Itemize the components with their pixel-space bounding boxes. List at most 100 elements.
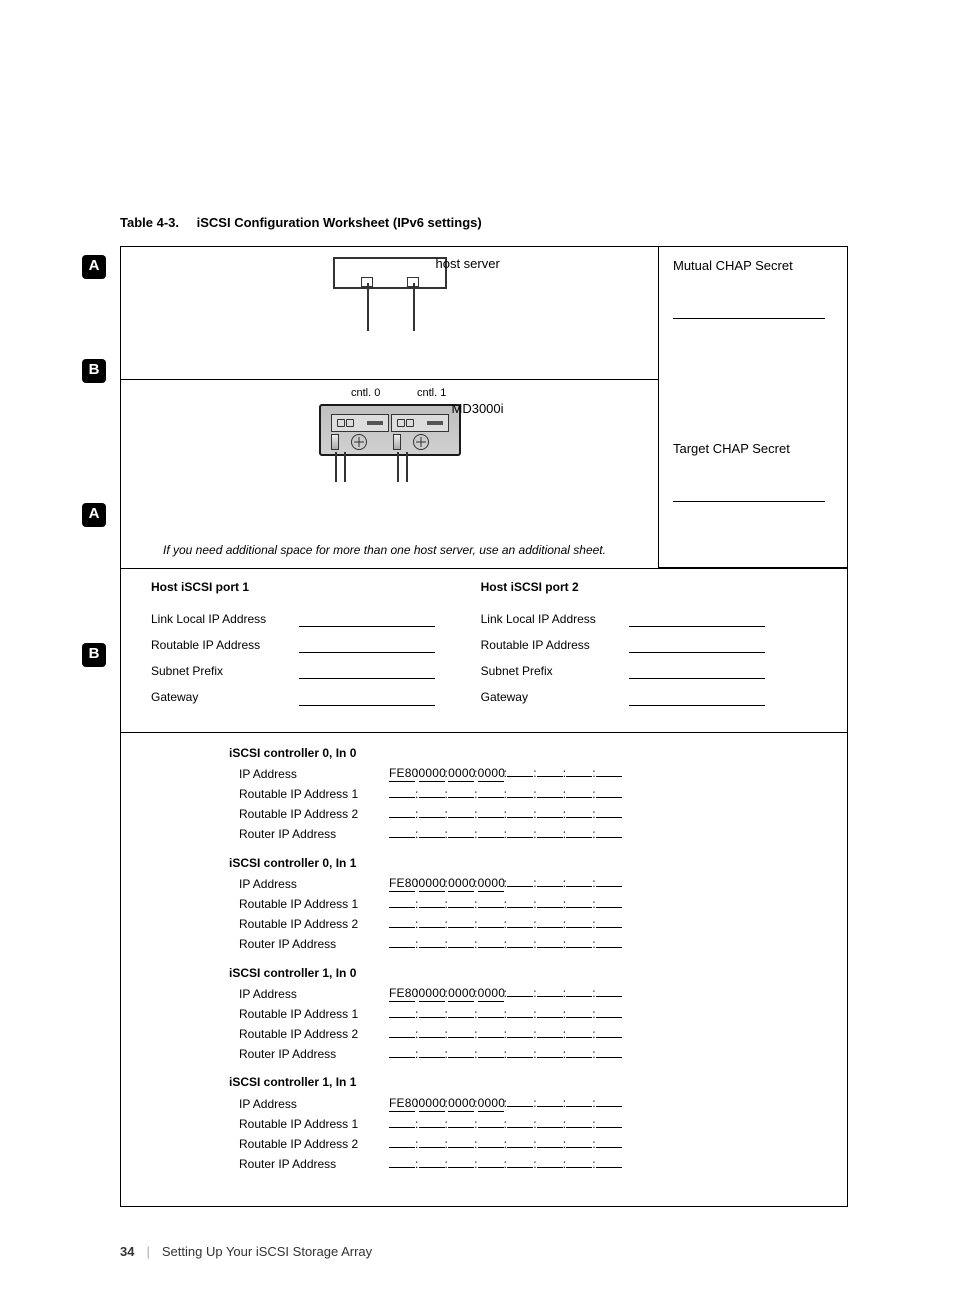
ipv6-group[interactable] [448,927,474,928]
ipv6-group[interactable] [596,1017,622,1018]
ipv6-group[interactable] [448,1167,474,1168]
ipv6-group[interactable] [537,947,563,948]
ipv6-group[interactable]: FE80 [389,1095,415,1112]
ipv6-group[interactable] [596,797,622,798]
ipv6-group[interactable] [448,837,474,838]
ipv6-group[interactable] [566,1037,592,1038]
ipv6-group[interactable]: 0000 [448,875,474,892]
p1-routable-field[interactable] [299,652,435,653]
ipv6-group[interactable] [507,817,533,818]
ipv6-group[interactable] [596,947,622,948]
ipv6-group[interactable] [448,1127,474,1128]
ipv6-group[interactable] [478,817,504,818]
ipv6-group[interactable] [389,907,415,908]
ipv6-group[interactable] [478,1037,504,1038]
p2-subnet-field[interactable] [629,678,765,679]
ipv6-group[interactable] [507,1127,533,1128]
ipv6-group[interactable] [389,1017,415,1018]
ipv6-group[interactable] [566,947,592,948]
ipv6-group[interactable] [419,1037,445,1038]
ipv6-group[interactable] [537,907,563,908]
ipv6-group[interactable] [478,1167,504,1168]
ipv6-group[interactable] [537,1127,563,1128]
ipv6-group[interactable] [596,817,622,818]
ipv6-group[interactable] [537,837,563,838]
ipv6-group[interactable] [566,1106,592,1107]
ipv6-group[interactable]: 0000 [448,1095,474,1112]
ipv6-group[interactable] [537,1057,563,1058]
p2-link-local-field[interactable] [629,626,765,627]
ipv6-group[interactable]: 0000 [419,985,445,1002]
ipv6-group[interactable] [419,817,445,818]
ipv6-group[interactable] [596,996,622,997]
ipv6-group[interactable] [537,1106,563,1107]
p1-subnet-field[interactable] [299,678,435,679]
target-chap-field[interactable] [673,501,825,502]
ipv6-group[interactable] [478,797,504,798]
ipv6-group[interactable] [478,907,504,908]
ipv6-group[interactable] [537,1017,563,1018]
ipv6-group[interactable] [537,1147,563,1148]
ipv6-group[interactable]: 0000 [478,765,504,782]
ipv6-group[interactable]: FE80 [389,765,415,782]
ipv6-group[interactable] [537,776,563,777]
ipv6-group[interactable] [389,1057,415,1058]
ipv6-group[interactable] [389,1127,415,1128]
ipv6-group[interactable] [507,886,533,887]
ipv6-group[interactable] [507,1017,533,1018]
ipv6-group[interactable] [419,1127,445,1128]
ipv6-group[interactable] [419,837,445,838]
ipv6-group[interactable] [566,1167,592,1168]
ipv6-group[interactable] [389,927,415,928]
ipv6-group[interactable] [389,817,415,818]
ipv6-group[interactable] [566,1017,592,1018]
ipv6-group[interactable] [596,1057,622,1058]
ipv6-group[interactable] [419,907,445,908]
p2-gateway-field[interactable] [629,705,765,706]
p1-gateway-field[interactable] [299,705,435,706]
ipv6-group[interactable] [566,1057,592,1058]
ipv6-group[interactable]: FE80 [389,875,415,892]
ipv6-group[interactable] [596,886,622,887]
ipv6-group[interactable] [566,776,592,777]
ipv6-group[interactable] [596,1037,622,1038]
ipv6-group[interactable]: 0000 [478,985,504,1002]
ipv6-group[interactable] [507,776,533,777]
ipv6-group[interactable] [566,907,592,908]
ipv6-group[interactable] [596,907,622,908]
ipv6-group[interactable] [448,907,474,908]
ipv6-group[interactable] [507,996,533,997]
ipv6-group[interactable] [596,1127,622,1128]
ipv6-group[interactable] [596,927,622,928]
ipv6-group[interactable] [507,907,533,908]
ipv6-group[interactable]: 0000 [478,875,504,892]
ipv6-group[interactable] [389,1037,415,1038]
ipv6-group[interactable] [389,1167,415,1168]
ipv6-group[interactable] [566,837,592,838]
ipv6-group[interactable] [566,886,592,887]
ipv6-group[interactable] [419,1057,445,1058]
ipv6-group[interactable] [419,1017,445,1018]
ipv6-group[interactable] [566,1147,592,1148]
ipv6-group[interactable]: 0000 [478,1095,504,1112]
ipv6-group[interactable] [448,1037,474,1038]
ipv6-group[interactable] [537,1167,563,1168]
ipv6-group[interactable] [566,996,592,997]
ipv6-group[interactable] [389,947,415,948]
ipv6-group[interactable] [389,797,415,798]
ipv6-group[interactable] [478,1057,504,1058]
ipv6-group[interactable] [389,837,415,838]
ipv6-group[interactable] [419,927,445,928]
p1-link-local-field[interactable] [299,626,435,627]
ipv6-group[interactable] [448,1057,474,1058]
ipv6-group[interactable] [507,947,533,948]
ipv6-group[interactable] [507,1106,533,1107]
ipv6-group[interactable] [507,1167,533,1168]
ipv6-group[interactable] [478,927,504,928]
ipv6-group[interactable] [448,1147,474,1148]
ipv6-group[interactable] [507,1037,533,1038]
ipv6-group[interactable] [507,797,533,798]
ipv6-group[interactable] [389,1147,415,1148]
ipv6-group[interactable] [478,837,504,838]
ipv6-group[interactable] [566,797,592,798]
